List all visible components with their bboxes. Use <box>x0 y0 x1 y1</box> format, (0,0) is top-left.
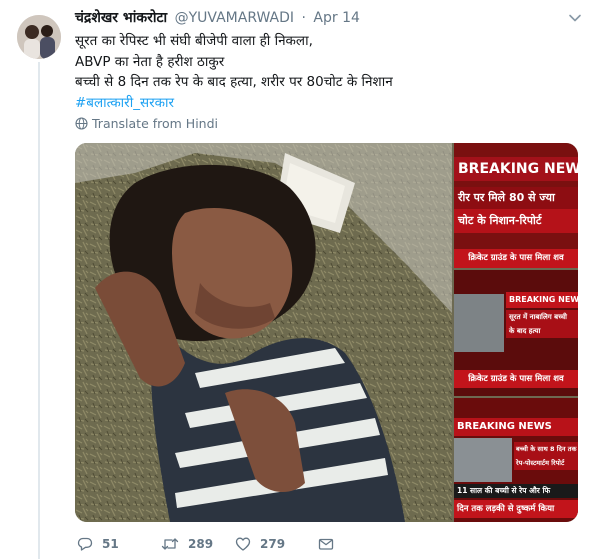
main-photo[interactable] <box>75 143 452 522</box>
globe-icon <box>75 117 88 130</box>
tweet-date[interactable]: Apr 14 <box>313 10 359 26</box>
author-handle[interactable]: @YUVAMARWADI <box>175 10 294 26</box>
news-frame: BREAKING NEWS सूरत में नाबालिग बच्ची के … <box>454 270 578 396</box>
street-photo <box>454 294 504 352</box>
retweet-button[interactable]: 289 <box>161 535 213 553</box>
separator-dot: · <box>301 10 306 26</box>
news-screenshot-3[interactable]: BREAKING NEWS बच्ची के साथ 8 दिन तक रेप-… <box>454 398 578 522</box>
headline-line-1: रीर पर मिले 80 से ज्या <box>454 187 578 209</box>
news-caption: दिन तक लड़की से दुष्कर्म किया <box>454 500 578 518</box>
tweet-actions: 51 289 279 <box>75 535 375 555</box>
retweet-count: 289 <box>188 537 214 551</box>
tweet-header: चंद्रशेखर भांकरोटा @YUVAMARWADI · Apr 14 <box>75 8 582 28</box>
news-caption: क्रिकेट ग्राउंड के पास मिला शव <box>454 249 578 268</box>
news-screenshot-2[interactable]: BREAKING NEWS सूरत में नाबालिग बच्ची के … <box>454 270 578 396</box>
tweet-text: सूरत का रेपिस्ट भी संघी बीजेपी वाला ही न… <box>75 31 575 113</box>
news-caption: क्रिकेट ग्राउंड के पास मिला शव <box>454 370 578 388</box>
news-subtext-2: के बाद हत्या <box>506 324 578 338</box>
reply-button[interactable]: 51 <box>77 535 119 553</box>
like-count: 279 <box>260 537 286 551</box>
news-band-text: 11 साल की बच्ची से रेप और फि <box>454 484 578 498</box>
avatar[interactable] <box>17 15 61 59</box>
retweet-icon <box>161 538 179 550</box>
translate-label: Translate from Hindi <box>92 116 218 131</box>
news-subtext-1: बच्ची के साथ 8 दिन तक <box>514 442 578 456</box>
thread-line <box>38 62 40 559</box>
news-subtext-2: रेप-पोस्टमार्टम रिपोर्ट <box>514 456 578 470</box>
like-icon <box>235 537 251 551</box>
news-screenshot-1[interactable]: BREAKING NEWS रीर पर मिले 80 से ज्या चोट… <box>454 143 578 268</box>
hashtag-link[interactable]: #बलात्कारी_सरकार <box>75 93 575 114</box>
news-frame: BREAKING NEWS रीर पर मिले 80 से ज्या चोट… <box>454 143 578 268</box>
news-subtext-1: सूरत में नाबालिग बच्ची <box>506 310 578 324</box>
caret-down-icon[interactable] <box>568 11 582 25</box>
headline-line-2: चोट के निशान-रिपोर्ट <box>454 209 578 233</box>
breaking-news-label: BREAKING NEWS <box>454 418 578 436</box>
news-frame: BREAKING NEWS बच्ची के साथ 8 दिन तक रेप-… <box>454 398 578 522</box>
reply-count: 51 <box>102 537 119 551</box>
author-name[interactable]: चंद्रशेखर भांकरोटा <box>75 10 167 26</box>
translate-link[interactable]: Translate from Hindi <box>75 116 218 131</box>
street-photo <box>454 438 512 482</box>
like-button[interactable]: 279 <box>235 535 285 553</box>
tweet-line-1: सूरत का रेपिस्ट भी संघी बीजेपी वाला ही न… <box>75 33 313 49</box>
breaking-news-label: BREAKING NEWS <box>506 292 578 308</box>
message-button[interactable] <box>318 535 334 553</box>
media-grid[interactable]: BREAKING NEWS रीर पर मिले 80 से ज्या चोट… <box>75 143 578 522</box>
reply-icon <box>77 537 93 551</box>
tweet-line-3: बच्ची से 8 दिन तक रेप के बाद हत्या, शरीर… <box>75 74 393 90</box>
tweet-line-2: ABVP का नेता है हरीश ठाकुर <box>75 53 225 70</box>
message-icon <box>318 538 334 550</box>
breaking-news-label: BREAKING NEWS <box>454 157 578 181</box>
